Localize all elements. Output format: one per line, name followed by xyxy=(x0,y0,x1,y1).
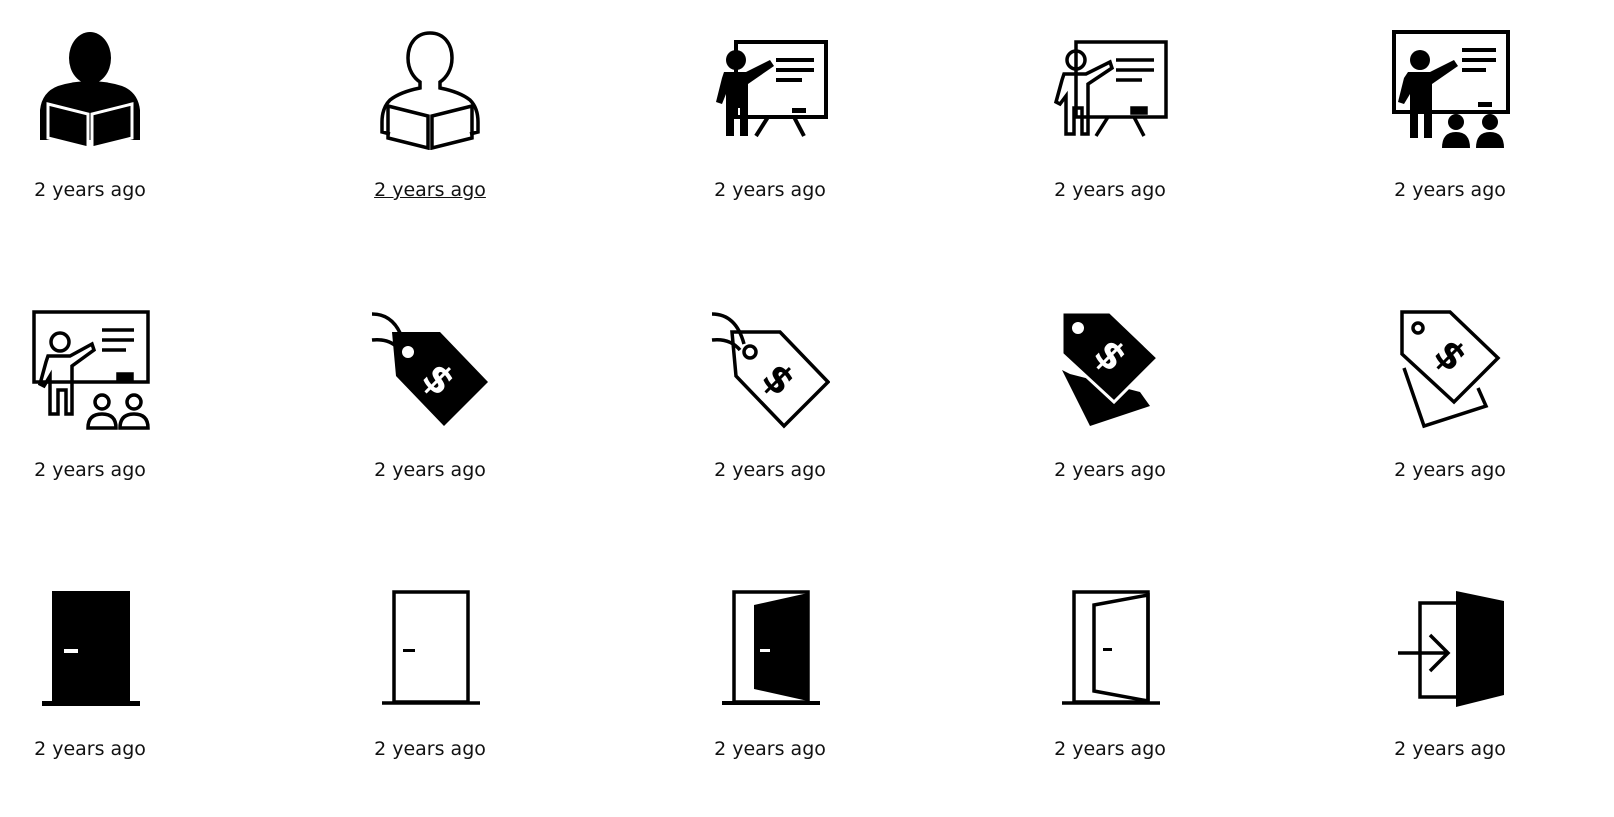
icon-card-classroom-solid[interactable]: 2 years ago xyxy=(1330,2,1570,242)
classroom-outline-icon xyxy=(30,310,150,430)
teacher-whiteboard-solid-icon xyxy=(710,30,830,150)
time-label: 2 years ago xyxy=(1394,738,1506,760)
door-closed-outline-icon xyxy=(370,589,490,709)
price-tag-outline-icon: $ xyxy=(710,310,830,430)
door-closed-solid-icon xyxy=(30,589,150,709)
door-open-solid-icon xyxy=(710,589,830,709)
icon-card-door-open-solid[interactable]: 2 years ago xyxy=(650,561,890,801)
icon-card-price-tag-outline[interactable]: $ 2 years ago xyxy=(650,282,890,522)
price-tags-solid-icon: $ xyxy=(1050,310,1170,430)
door-open-outline-icon xyxy=(1050,589,1170,709)
icon-card-person-reading-outline[interactable]: 2 years ago xyxy=(310,2,550,242)
time-label: 2 years ago xyxy=(34,179,146,201)
time-label: 2 years ago xyxy=(1054,179,1166,201)
person-reading-solid-icon xyxy=(30,30,150,150)
time-label: 2 years ago xyxy=(1054,459,1166,481)
time-label: 2 years ago xyxy=(714,179,826,201)
time-label: 2 years ago xyxy=(714,459,826,481)
time-label: 2 years ago xyxy=(374,738,486,760)
icon-card-door-closed-solid[interactable]: 2 years ago xyxy=(0,561,210,801)
svg-text:$: $ xyxy=(754,354,804,404)
icon-card-price-tag-solid[interactable]: $ 2 years ago xyxy=(310,282,550,522)
time-label: 2 years ago xyxy=(374,459,486,481)
teacher-whiteboard-outline-icon xyxy=(1050,30,1170,150)
classroom-solid-icon xyxy=(1390,30,1510,150)
time-label: 2 years ago xyxy=(1394,179,1506,201)
icon-card-price-tags-solid[interactable]: $ 2 years ago xyxy=(990,282,1230,522)
time-label: 2 years ago xyxy=(1054,738,1166,760)
sign-in-door-icon xyxy=(1390,589,1510,709)
icon-card-door-open-outline[interactable]: 2 years ago xyxy=(990,561,1230,801)
time-label: 2 years ago xyxy=(714,738,826,760)
icon-card-door-closed-outline[interactable]: 2 years ago xyxy=(310,561,550,801)
icon-card-teacher-whiteboard-outline[interactable]: 2 years ago xyxy=(990,2,1230,242)
icon-card-teacher-whiteboard-solid[interactable]: 2 years ago xyxy=(650,2,890,242)
time-label[interactable]: 2 years ago xyxy=(310,178,550,202)
icon-grid: 2 years ago 2 years ago 2 years ago 2 ye… xyxy=(0,0,1614,817)
icon-card-person-reading-solid[interactable]: 2 years ago xyxy=(0,2,210,242)
price-tag-solid-icon: $ xyxy=(370,310,490,430)
time-label: 2 years ago xyxy=(34,459,146,481)
icon-card-classroom-outline[interactable]: 2 years ago xyxy=(0,282,210,522)
time-label: 2 years ago xyxy=(34,738,146,760)
price-tags-outline-icon: $ xyxy=(1390,310,1510,430)
icon-card-price-tags-outline[interactable]: $ 2 years ago xyxy=(1330,282,1570,522)
icon-card-sign-in-door[interactable]: 2 years ago xyxy=(1330,561,1570,801)
person-reading-outline-icon xyxy=(370,30,490,150)
time-label: 2 years ago xyxy=(1394,459,1506,481)
